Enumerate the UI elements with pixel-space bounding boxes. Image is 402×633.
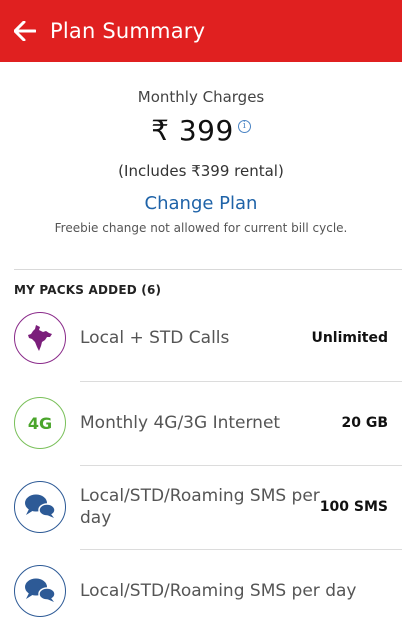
freebie-note: Freebie change not allowed for current b… (54, 221, 348, 235)
pack-row-sms-2[interactable]: Local/STD/Roaming SMS per day (0, 549, 402, 633)
pack-value: 20 GB (341, 415, 388, 431)
india-map-icon (14, 312, 66, 364)
4g-icon-text: 4G (27, 413, 53, 433)
app-bar: Plan Summary (0, 0, 402, 62)
pack-row-sms[interactable]: Local/STD/Roaming SMS per day 100 SMS (0, 465, 402, 549)
arrow-left-icon (14, 21, 36, 41)
rental-note: (Includes ₹399 rental) (118, 162, 284, 180)
pack-value: 100 SMS (319, 499, 388, 515)
sms-bubbles-icon (14, 481, 66, 533)
pack-name: Local/STD/Roaming SMS per day (80, 486, 320, 528)
change-plan-link[interactable]: Change Plan (0, 193, 402, 214)
monthly-charges-label: Monthly Charges (137, 88, 265, 106)
page-title: Plan Summary (50, 19, 206, 43)
section-divider (14, 269, 402, 270)
back-button[interactable] (0, 0, 50, 62)
packs-header: MY PACKS ADDED (6) (14, 283, 162, 297)
amount-row: ₹ 399 i (0, 114, 402, 147)
pack-value: Unlimited (311, 330, 388, 346)
charges-summary: Monthly Charges ₹ 399 i (Includes ₹399 r… (0, 62, 402, 269)
pack-name: Local + STD Calls (80, 328, 230, 348)
pack-row-internet[interactable]: 4G Monthly 4G/3G Internet 20 GB (0, 381, 402, 465)
sms-bubbles-icon (14, 565, 66, 617)
4g-icon: 4G (14, 397, 66, 449)
monthly-amount: ₹ 399 (151, 114, 234, 147)
pack-name: Monthly 4G/3G Internet (80, 413, 281, 433)
pack-name: Local/STD/Roaming SMS per day (80, 581, 357, 601)
pack-row-calls[interactable]: Local + STD Calls Unlimited (0, 296, 402, 380)
info-icon[interactable]: i (237, 120, 251, 133)
